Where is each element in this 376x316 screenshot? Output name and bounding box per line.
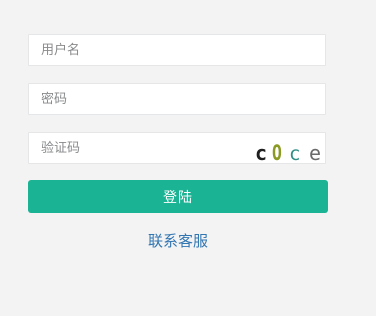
login-button[interactable]: 登陆: [28, 180, 328, 213]
username-field: [28, 34, 326, 66]
password-input[interactable]: [29, 84, 325, 114]
captcha-input[interactable]: [29, 133, 249, 163]
captcha-char-3: c: [289, 143, 300, 163]
captcha-char-2: O: [272, 142, 282, 163]
captcha-image[interactable]: c O c e: [251, 133, 325, 163]
password-field: [28, 83, 326, 115]
username-input[interactable]: [29, 35, 325, 65]
captcha-char-1: c: [255, 141, 267, 163]
contact-support-link[interactable]: 联系客服: [0, 230, 356, 251]
captcha-field: c O c e: [28, 132, 326, 164]
captcha-char-4: e: [309, 141, 321, 163]
